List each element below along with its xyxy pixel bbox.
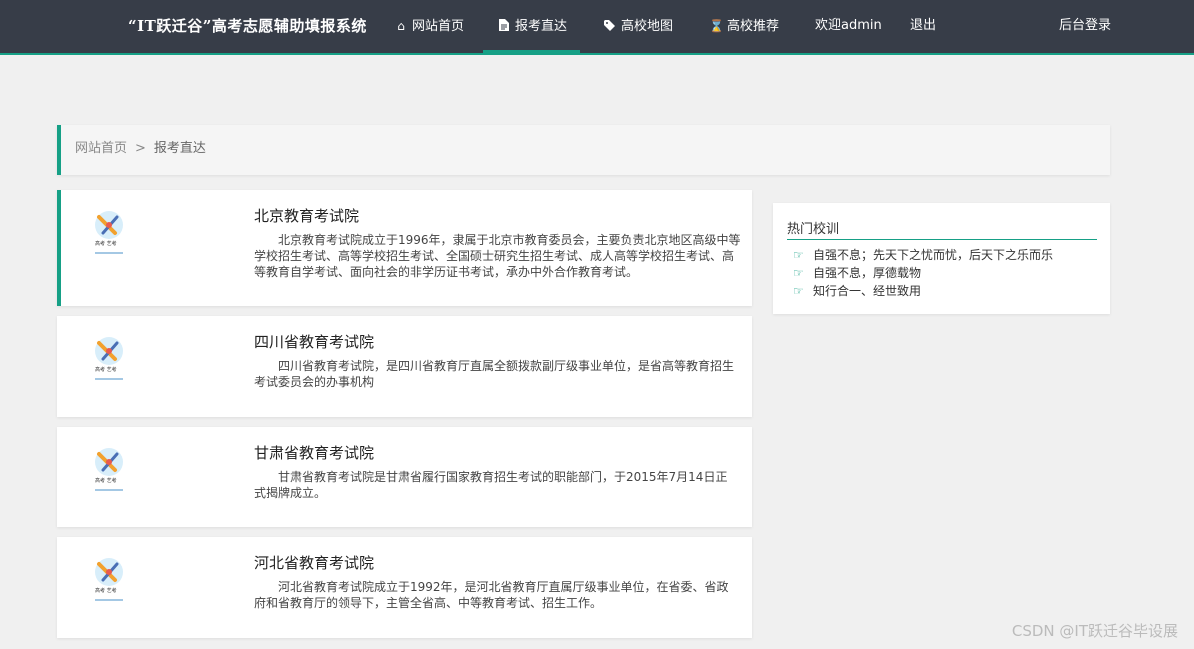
home-icon: ⌂: [397, 19, 405, 33]
nav-home-label: 网站首页: [412, 19, 465, 34]
nav-admin-login[interactable]: 后台登录: [1059, 0, 1111, 53]
logo-caption: 高考 艺考: [95, 367, 117, 373]
top-navbar: “IT跃迁谷”高考志愿辅助填报系统 ⌂ 网站首页 报考直达 高校地图 ⌛ 高校推荐 …: [0, 0, 1194, 55]
motto-item[interactable]: ☞ 自强不息；先天下之忧而忧，后天下之乐而乐: [793, 246, 1053, 264]
file-icon: [497, 0, 511, 52]
nav-home[interactable]: ⌂ 网站首页: [394, 0, 464, 53]
card-description: 北京教育考试院成立于1996年，隶属于北京市教育委员会，主要负责北京地区高级中等…: [254, 233, 741, 279]
exam-institute-card[interactable]: 高考 艺考 四川省教育考试院 四川省教育考试院，是四川省教育厅直属全额拨款副厅级…: [57, 316, 752, 417]
nav-university-map[interactable]: 高校地图: [603, 0, 673, 53]
card-description: 四川省教育考试院，是四川省教育厅直属全额拨款副厅级事业单位，是省高等教育招生考试…: [254, 359, 735, 389]
panel-title: 热门校训: [787, 218, 1097, 240]
exam-institute-card[interactable]: 高考 艺考 河北省教育考试院 河北省教育考试院成立于1992年，是河北省教育厅直…: [57, 537, 752, 638]
card-title[interactable]: 甘肃省教育考试院: [254, 442, 374, 463]
nav-apply-direct-label: 报考直达: [515, 19, 568, 34]
nav-welcome-user[interactable]: 欢迎admin: [815, 0, 882, 53]
breadcrumb-separator: >: [135, 141, 146, 156]
motto-text: 知行合一、经世致用: [813, 284, 922, 298]
hourglass-icon: ⌛: [709, 19, 724, 33]
motto-text: 自强不息；先天下之忧而忧，后天下之乐而乐: [813, 248, 1054, 262]
gaokao-logo-image: 高考 艺考: [85, 207, 133, 255]
card-title[interactable]: 河北省教育考试院: [254, 552, 374, 573]
card-title[interactable]: 四川省教育考试院: [254, 331, 374, 352]
thumbs-up-icon: ☞: [793, 284, 804, 298]
nav-university-recommend-label: 高校推荐: [727, 19, 780, 34]
gaokao-logo-image: 高考 艺考: [85, 333, 133, 381]
nav-university-map-label: 高校地图: [621, 19, 674, 34]
thumbs-up-icon: ☞: [793, 266, 804, 280]
motto-item[interactable]: ☞ 知行合一、经世致用: [793, 282, 1053, 300]
csdn-watermark: CSDN @IT跃迁谷毕设展: [1011, 622, 1178, 640]
logo-caption: 高考 艺考: [95, 588, 117, 594]
exam-institute-card[interactable]: 高考 艺考 甘肃省教育考试院 甘肃省教育考试院是甘肃省履行国家教育招生考试的职能…: [57, 427, 752, 527]
tag-icon: [603, 0, 617, 52]
nav-university-recommend[interactable]: ⌛ 高校推荐: [709, 0, 779, 53]
site-brand[interactable]: “IT跃迁谷”高考志愿辅助填报系统: [128, 15, 367, 36]
logo-caption: 高考 艺考: [95, 241, 117, 247]
exam-institute-card[interactable]: 高考 艺考 北京教育考试院 北京教育考试院成立于1996年，隶属于北京市教育委员…: [57, 190, 752, 306]
gaokao-logo-image: 高考 艺考: [85, 444, 133, 492]
nav-apply-direct[interactable]: 报考直达: [483, 0, 580, 53]
motto-item[interactable]: ☞ 自强不息，厚德载物: [793, 264, 1053, 282]
card-title[interactable]: 北京教育考试院: [254, 205, 359, 226]
card-description: 甘肃省教育考试院是甘肃省履行国家教育招生考试的职能部门，于2015年7月14日正…: [254, 470, 728, 500]
card-description: 河北省教育考试院成立于1992年，是河北省教育厅直属厅级事业单位，在省委、省政府…: [254, 580, 729, 610]
breadcrumb-current: 报考直达: [153, 141, 206, 156]
thumbs-up-icon: ☞: [793, 248, 804, 262]
nav-logout[interactable]: 退出: [910, 0, 936, 53]
breadcrumb: 网站首页 > 报考直达: [57, 125, 1110, 175]
hot-mottos-panel: 热门校训 ☞ 自强不息；先天下之忧而忧，后天下之乐而乐 ☞ 自强不息，厚德载物 ☞ 知…: [773, 203, 1110, 314]
motto-list: ☞ 自强不息；先天下之忧而忧，后天下之乐而乐 ☞ 自强不息，厚德载物 ☞ 知行合一、经…: [793, 246, 1053, 300]
logo-caption: 高考 艺考: [95, 478, 117, 484]
breadcrumb-home-link[interactable]: 网站首页: [75, 141, 127, 156]
motto-text: 自强不息，厚德载物: [813, 266, 922, 280]
gaokao-logo-image: 高考 艺考: [85, 554, 133, 602]
